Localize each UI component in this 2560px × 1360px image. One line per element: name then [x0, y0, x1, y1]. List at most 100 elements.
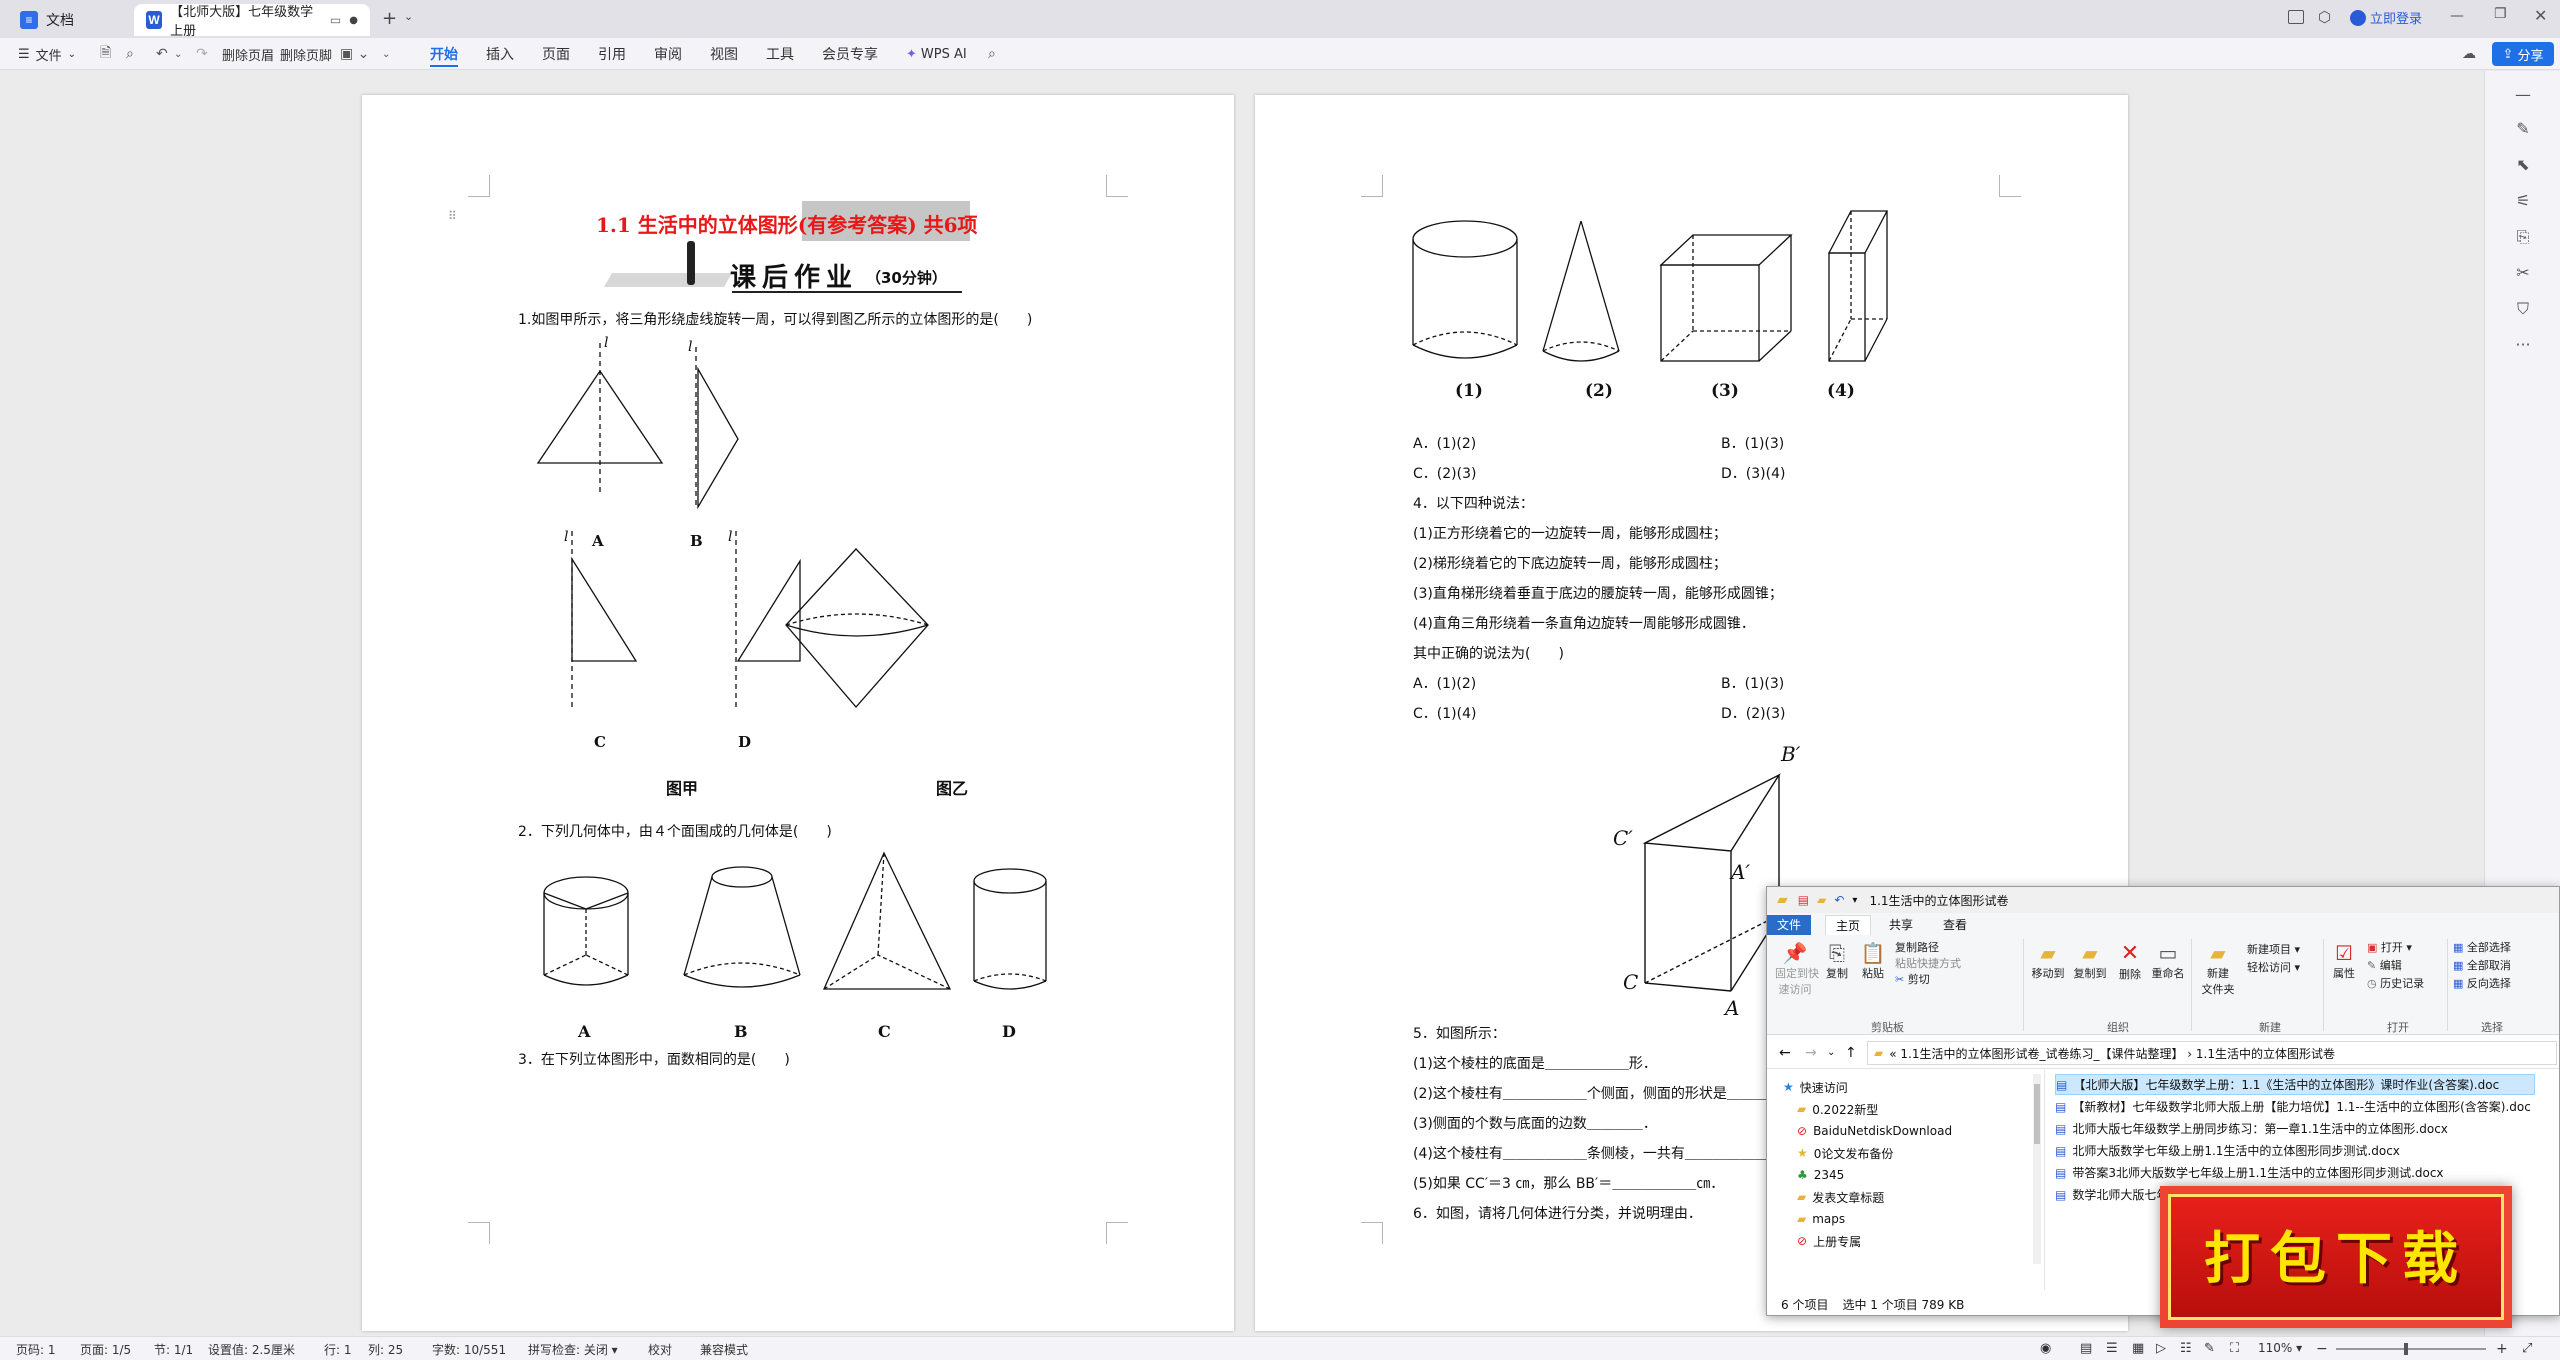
tab-review[interactable]: 审阅 — [654, 38, 682, 70]
move-to-button[interactable]: ▰ 移动到 — [2029, 941, 2067, 981]
format-painter-icon[interactable]: ⌕ — [126, 38, 134, 70]
ribbon-tab-file[interactable]: 文件 — [1767, 915, 1812, 935]
tab-start[interactable]: 开始 — [430, 38, 458, 70]
copy-to-button[interactable]: ▰ 复制到 — [2071, 941, 2109, 981]
page-view-icon[interactable]: ▤ — [2080, 1341, 2092, 1356]
select-none-button[interactable]: ▦ 全部取消 — [2453, 957, 2511, 973]
open-button[interactable]: ▣ 打开 ▾ — [2367, 939, 2412, 955]
shirt-icon[interactable]: ⛉ — [2513, 299, 2533, 319]
nav-scrollbar[interactable] — [2033, 1074, 2041, 1264]
file-menu[interactable]: ☰ 文件 ⌄ — [18, 38, 76, 70]
status-setting-value[interactable]: 设置值: 2.5厘米 — [208, 1341, 295, 1358]
status-section[interactable]: 节: 1/1 — [154, 1341, 193, 1358]
page-layout-icon[interactable]: ▣ ⌄ — [340, 38, 369, 70]
up-arrow-icon[interactable]: ↑ — [1845, 1045, 1857, 1061]
properties-button[interactable]: ☑ 属性 — [2327, 941, 2361, 981]
new-folder-quick-icon[interactable]: ▰ — [1817, 893, 1826, 907]
undo-chevron-icon[interactable]: ⌄ — [174, 38, 182, 70]
select-cursor-icon[interactable]: ⬉ — [2513, 155, 2533, 175]
status-column[interactable]: 列: 25 — [368, 1341, 403, 1358]
history-button[interactable]: ◷ 历史记录 — [2367, 975, 2424, 991]
cloud-sync-icon[interactable]: ☁ — [2462, 38, 2476, 70]
tab-list-chevron-icon[interactable]: ⌄ — [404, 10, 413, 23]
paste-button[interactable]: 📋 粘贴 — [1857, 941, 1889, 981]
drag-handle-icon[interactable]: ⠿ — [448, 209, 457, 223]
share-button[interactable]: ⇪ 分享 — [2492, 42, 2554, 66]
pen-mode-icon[interactable]: ✎ — [2204, 1341, 2215, 1356]
cube-icon[interactable]: ⬡ — [2318, 8, 2331, 26]
wps-ai-button[interactable]: ✦ WPS AI — [906, 38, 967, 70]
tab-page[interactable]: 页面 — [542, 38, 570, 70]
more-chevron-icon[interactable]: ⌄ — [382, 38, 390, 70]
fullscreen-icon[interactable]: ⤢ — [2522, 1341, 2532, 1356]
tab-reference[interactable]: 引用 — [598, 38, 626, 70]
proofread-button[interactable]: 校对 — [648, 1341, 672, 1358]
file-item[interactable]: ▤ 北师大版数学七年级上册1.1生活中的立体图形同步测试.docx — [2055, 1140, 2400, 1161]
nav-item-upper[interactable]: ⊘ 上册专属 — [1797, 1230, 1861, 1252]
tab-view[interactable]: 视图 — [710, 38, 738, 70]
translate-icon[interactable]: ⎘ — [2513, 227, 2533, 247]
file-item[interactable]: ▤ 【北师大版】七年级数学上册：1.1《生活中的立体图形》课时作业(含答案).do… — [2055, 1074, 2535, 1095]
tab-tools[interactable]: 工具 — [766, 38, 794, 70]
outline-view-icon[interactable]: ▦ — [2132, 1341, 2144, 1356]
status-page-number[interactable]: 页码: 1 — [16, 1341, 56, 1358]
easy-access-button[interactable]: 轻松访问 ▾ — [2247, 959, 2300, 975]
zoom-level[interactable]: 110% ▾ — [2258, 1341, 2302, 1355]
zoom-slider[interactable] — [2336, 1343, 2486, 1355]
zoom-out-icon[interactable]: − — [2316, 1341, 2328, 1357]
monitor-icon[interactable]: ▭ — [330, 13, 341, 27]
nav-item-baidu[interactable]: ⊘ BaiduNetdiskDownload — [1797, 1120, 1952, 1142]
window-mode-icon[interactable] — [2288, 10, 2304, 24]
spell-check-toggle[interactable]: 拼写检查: 关闭 ▾ — [528, 1341, 618, 1358]
minimize-window-icon[interactable]: — — [2450, 8, 2464, 24]
select-all-button[interactable]: ▦ 全部选择 — [2453, 939, 2511, 955]
document-page-1[interactable]: ⠿ 1.1 生活中的立体图形(有参考答案) 共6项 课后作业 （30分钟） 1.… — [362, 95, 1234, 1331]
play-icon[interactable]: ▷ — [2156, 1341, 2166, 1356]
paste-shortcut-button[interactable]: 粘贴快捷方式 — [1895, 955, 1961, 971]
ribbon-tab-home[interactable]: 主页 — [1825, 915, 1872, 935]
pen-icon[interactable]: ✎ — [2513, 119, 2533, 139]
restore-window-icon[interactable]: ❐ — [2494, 6, 2507, 22]
address-bar[interactable]: ▰ « 1.1生活中的立体图形试卷_试卷练习_【课件站整理】 › 1.1生活中的… — [1867, 1041, 2557, 1065]
forward-arrow-icon[interactable]: → — [1805, 1045, 1817, 1061]
copy-button[interactable]: ⎘ 复制 — [1821, 941, 1853, 981]
tab-membership[interactable]: 会员专享 — [822, 38, 878, 70]
file-item[interactable]: ▤ 【新教材】七年级数学北师大版上册【能力培优】1.1--生活中的立体图形(含答案… — [2055, 1096, 2531, 1117]
nav-item-maps[interactable]: ▰ maps — [1797, 1208, 1845, 1230]
back-arrow-icon[interactable]: ← — [1779, 1045, 1791, 1061]
edit-button[interactable]: ✎ 编辑 — [2367, 957, 2402, 973]
file-item[interactable]: ▤ 北师大版七年级数学上册同步练习：第一章1.1生活中的立体图形.docx — [2055, 1118, 2448, 1139]
delete-button[interactable]: ✕ 删除 — [2115, 941, 2145, 982]
file-item[interactable]: ▤ 带答案3北师大版数学七年级上册1.1生活中的立体图形同步测试.docx — [2055, 1162, 2444, 1183]
read-mode-icon[interactable]: ☷ — [2180, 1341, 2192, 1356]
invert-selection-button[interactable]: ▦ 反向选择 — [2453, 975, 2511, 991]
save-icon[interactable]: 🗎 — [100, 38, 111, 70]
recent-chevron-icon[interactable]: ⌄ — [1827, 1047, 1835, 1058]
delete-header-button[interactable]: 删除页眉 — [222, 38, 274, 70]
quick-access-chevron-icon[interactable]: ▾ — [1852, 895, 1857, 906]
tab-document[interactable]: W 【北师大版】七年级数学上册 ▭ ● — [134, 4, 370, 39]
undo-icon[interactable]: ↶ — [156, 38, 168, 70]
new-item-button[interactable]: 新建项目 ▾ — [2247, 941, 2300, 957]
copy-path-button[interactable]: 复制路径 — [1895, 939, 1939, 955]
zoom-in-icon[interactable]: + — [2496, 1341, 2508, 1357]
pack-download-banner[interactable]: 打包下载 — [2160, 1186, 2512, 1328]
nav-quick-access[interactable]: ★ 快速访问 — [1783, 1076, 1848, 1098]
login-button[interactable]: 立即登录 — [2350, 8, 2422, 27]
pin-quick-access-button[interactable]: 📌 固定到快 速访问 — [1775, 941, 1819, 997]
new-tab-icon[interactable]: + — [382, 8, 397, 29]
close-window-icon[interactable]: ✕ — [2534, 6, 2547, 25]
more-icon[interactable]: ··· — [2513, 335, 2533, 355]
ribbon-tab-view[interactable]: 查看 — [1933, 915, 1977, 935]
status-row[interactable]: 行: 1 — [324, 1341, 352, 1358]
explorer-title-bar[interactable]: ▰ ▤ ▰ ↶ ▾ 1.1生活中的立体图形试卷 — [1767, 887, 2559, 913]
new-folder-button[interactable]: ▰ 新建 文件夹 — [2197, 941, 2239, 997]
adjust-icon[interactable]: ⚟ — [2513, 191, 2533, 211]
ribbon-tab-share[interactable]: 共享 — [1879, 915, 1923, 935]
search-icon[interactable]: ⌕ — [988, 38, 996, 70]
eye-protect-icon[interactable]: ◉ — [2040, 1341, 2051, 1356]
delete-footer-button[interactable]: 删除页脚 — [280, 38, 332, 70]
tools-icon[interactable]: ✂ — [2513, 263, 2533, 283]
zoom-slider-thumb[interactable] — [2404, 1343, 2408, 1355]
tab-insert[interactable]: 插入 — [486, 38, 514, 70]
